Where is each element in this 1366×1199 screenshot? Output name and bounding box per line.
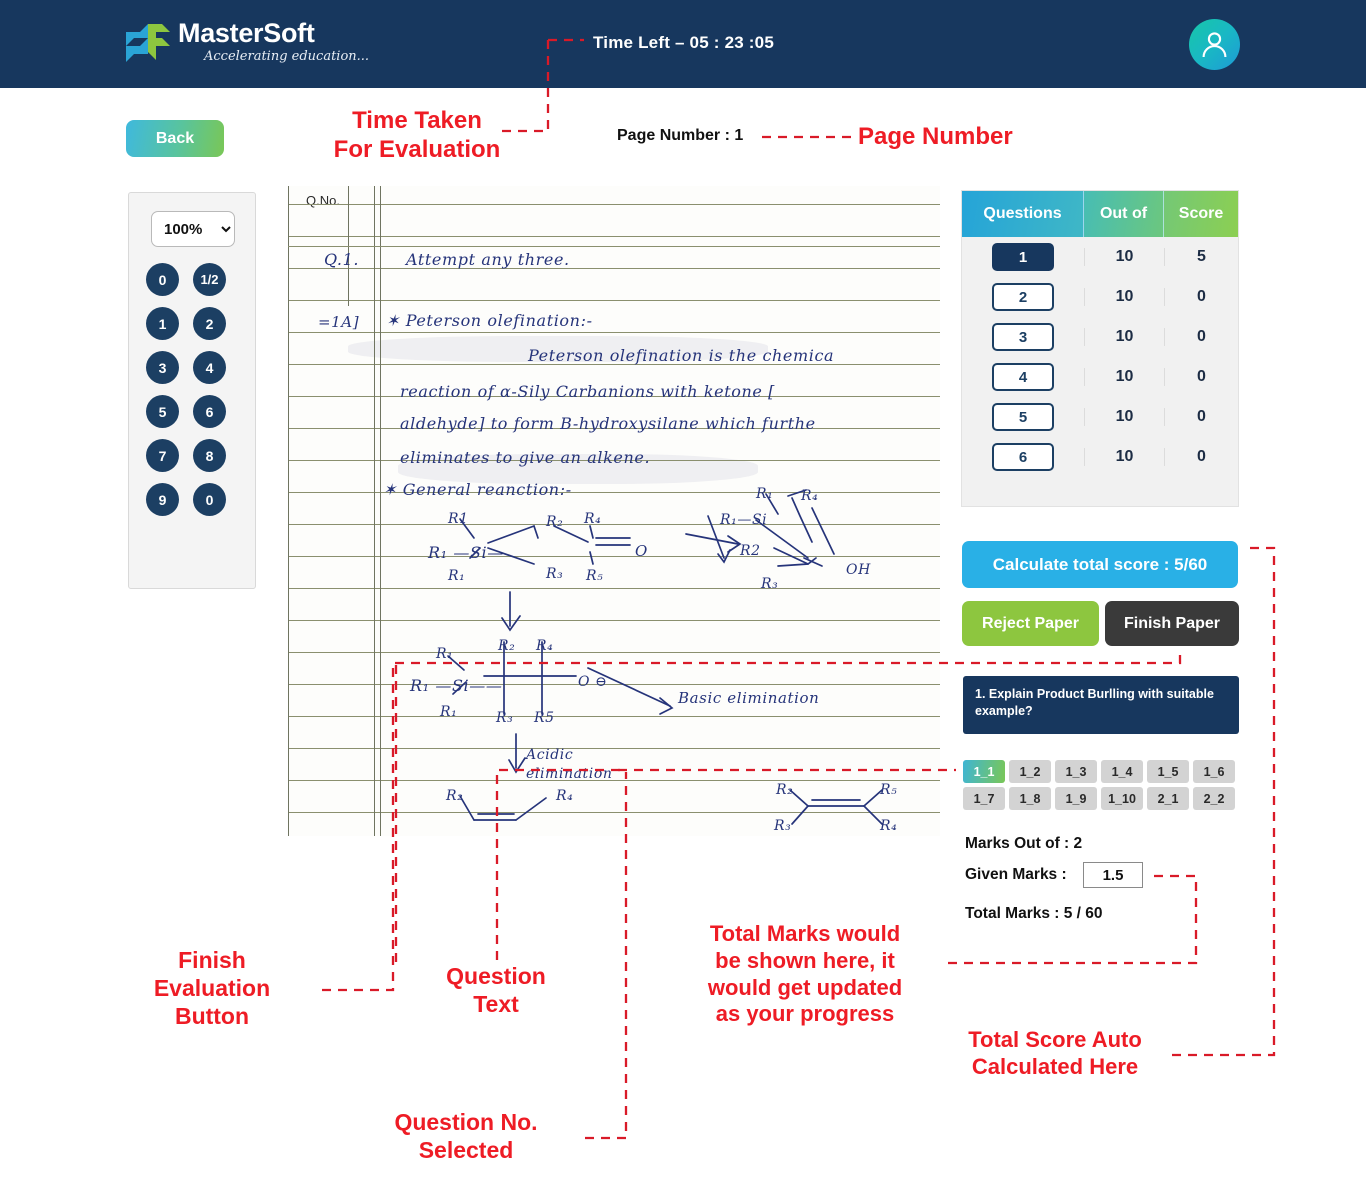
out-of-cell: 10	[1084, 248, 1164, 266]
annotation-finish-evaluation: Finish Evaluation Button	[153, 947, 271, 1030]
question-cell: 3	[962, 323, 1084, 351]
keypad-key-6[interactable]: 6	[193, 395, 226, 428]
score-table: Questions Out of Score 1 10 5 2 10 0 3 10 0 4 10 0 5…	[961, 190, 1239, 507]
question-chip-4[interactable]: 4	[992, 363, 1054, 391]
score-cell: 0	[1164, 288, 1238, 306]
answer-sheet-image[interactable]: Q.No. Q.1. Attempt any three. =1A] ✶ Peters…	[288, 186, 940, 836]
keypad-row: 7 8	[146, 439, 242, 472]
zoom-select[interactable]: 100%	[151, 211, 235, 247]
sub-question-chip-1_10[interactable]: 1_10	[1101, 787, 1143, 810]
table-row: 1 10 5	[962, 237, 1238, 277]
sub-question-chip-1_4[interactable]: 1_4	[1101, 760, 1143, 783]
sub-question-chip-1_5[interactable]: 1_5	[1147, 760, 1189, 783]
page-number-label: Page Number : 1	[617, 127, 744, 144]
keypad-row: 0 1/2	[146, 263, 242, 296]
table-row: 6 10 0	[962, 437, 1238, 477]
question-text-box: 1. Explain Product Burlling with suitabl…	[963, 676, 1239, 734]
sub-question-chip-1_9[interactable]: 1_9	[1055, 787, 1097, 810]
sub-question-chip-2_2[interactable]: 2_2	[1193, 787, 1235, 810]
table-row: 3 10 0	[962, 317, 1238, 357]
total-marks-label: Total Marks : 5 / 60	[965, 905, 1103, 922]
score-cell: 0	[1164, 328, 1238, 346]
avatar[interactable]	[1189, 19, 1240, 70]
tool-panel: 100% 0 1/2 1 2 3 4 5 6 7 8 9 0	[128, 192, 256, 589]
score-cell: 0	[1164, 368, 1238, 386]
question-cell: 4	[962, 363, 1084, 391]
question-cell: 6	[962, 443, 1084, 471]
score-cell: 5	[1164, 248, 1238, 266]
out-of-cell: 10	[1084, 328, 1164, 346]
keypad-key-9[interactable]: 9	[146, 483, 179, 516]
keypad-row: 1 2	[146, 307, 242, 340]
reject-paper-button[interactable]: Reject Paper	[962, 601, 1099, 646]
keypad-row: 9 0	[146, 483, 242, 516]
logo-mark-icon	[126, 24, 170, 62]
annotation-total-score-note: Total Score Auto Calculated Here	[968, 1027, 1142, 1079]
score-table-header: Questions Out of Score	[962, 191, 1238, 237]
user-avatar-icon	[1202, 32, 1227, 58]
table-row: 4 10 0	[962, 357, 1238, 397]
out-of-cell: 10	[1084, 408, 1164, 426]
keypad-key-7[interactable]: 7	[146, 439, 179, 472]
question-chip-1[interactable]: 1	[992, 243, 1054, 271]
keypad-key-0b[interactable]: 0	[193, 483, 226, 516]
question-cell: 1	[962, 243, 1084, 271]
sub-question-chip-1_6[interactable]: 1_6	[1193, 760, 1235, 783]
keypad-key-2[interactable]: 2	[193, 307, 226, 340]
logo-tagline: Accelerating education...	[204, 49, 370, 64]
sub-question-chip-1_7[interactable]: 1_7	[963, 787, 1005, 810]
out-of-cell: 10	[1084, 448, 1164, 466]
out-of-cell: 10	[1084, 288, 1164, 306]
keypad-key-3[interactable]: 3	[146, 351, 179, 384]
keypad-key-5[interactable]: 5	[146, 395, 179, 428]
sub-question-chips: 1_1 1_2 1_3 1_4 1_5 1_6 1_7 1_8 1_9 1_10 2_1 2_2	[963, 760, 1241, 810]
marks-out-of-label: Marks Out of : 2	[965, 835, 1083, 852]
column-header-score: Score	[1164, 191, 1238, 237]
annotation-time-taken: Time Taken For Evaluation	[333, 107, 501, 164]
sub-question-chip-2_1[interactable]: 2_1	[1147, 787, 1189, 810]
top-navbar: MasterSoft Accelerating education... Tim…	[0, 0, 1366, 88]
annotation-page-number: Page Number	[858, 123, 1013, 150]
time-left-display: Time Left – 05 : 23 :05	[593, 33, 774, 52]
table-row: 5 10 0	[962, 397, 1238, 437]
keypad-row: 3 4	[146, 351, 242, 384]
given-marks-label: Given Marks :	[965, 866, 1067, 883]
question-chip-6[interactable]: 6	[992, 443, 1054, 471]
sub-question-chip-1_1[interactable]: 1_1	[963, 760, 1005, 783]
score-cell: 0	[1164, 408, 1238, 426]
calculate-total-score-button[interactable]: Calculate total score : 5/60	[962, 541, 1238, 588]
score-table-body: 1 10 5 2 10 0 3 10 0 4 10 0 5 10 0 6 10 0	[962, 237, 1238, 477]
question-chip-2[interactable]: 2	[992, 283, 1054, 311]
sub-question-chip-1_3[interactable]: 1_3	[1055, 760, 1097, 783]
annotation-total-marks-note: Total Marks would be shown here, it woul…	[707, 921, 903, 1027]
keypad-key-0[interactable]: 0	[146, 263, 179, 296]
keypad-key-4[interactable]: 4	[193, 351, 226, 384]
given-marks-input[interactable]	[1083, 862, 1143, 888]
sub-question-chip-1_8[interactable]: 1_8	[1009, 787, 1051, 810]
finish-paper-button[interactable]: Finish Paper	[1105, 601, 1239, 646]
back-button[interactable]: Back	[126, 120, 224, 157]
table-row: 2 10 0	[962, 277, 1238, 317]
annotation-question-no-selected: Question No. Selected	[394, 1109, 538, 1164]
mastersoft-logo[interactable]: MasterSoft Accelerating education...	[126, 18, 386, 72]
logo-wordmark: MasterSoft	[178, 18, 315, 48]
question-cell: 2	[962, 283, 1084, 311]
annotation-question-text: Question Text	[446, 963, 546, 1018]
sub-question-chip-1_2[interactable]: 1_2	[1009, 760, 1051, 783]
keypad-key-8[interactable]: 8	[193, 439, 226, 472]
column-header-outof: Out of	[1084, 191, 1164, 237]
question-chip-5[interactable]: 5	[992, 403, 1054, 431]
keypad-row: 5 6	[146, 395, 242, 428]
out-of-cell: 10	[1084, 368, 1164, 386]
marks-keypad: 0 1/2 1 2 3 4 5 6 7 8 9 0	[146, 263, 242, 527]
question-chip-3[interactable]: 3	[992, 323, 1054, 351]
app-root: MasterSoft Accelerating education... Tim…	[0, 0, 1366, 1199]
question-cell: 5	[962, 403, 1084, 431]
column-header-questions: Questions	[962, 191, 1084, 237]
keypad-key-half[interactable]: 1/2	[193, 263, 226, 296]
keypad-key-1[interactable]: 1	[146, 307, 179, 340]
score-cell: 0	[1164, 448, 1238, 466]
handwritten-diagrams	[447, 489, 883, 825]
